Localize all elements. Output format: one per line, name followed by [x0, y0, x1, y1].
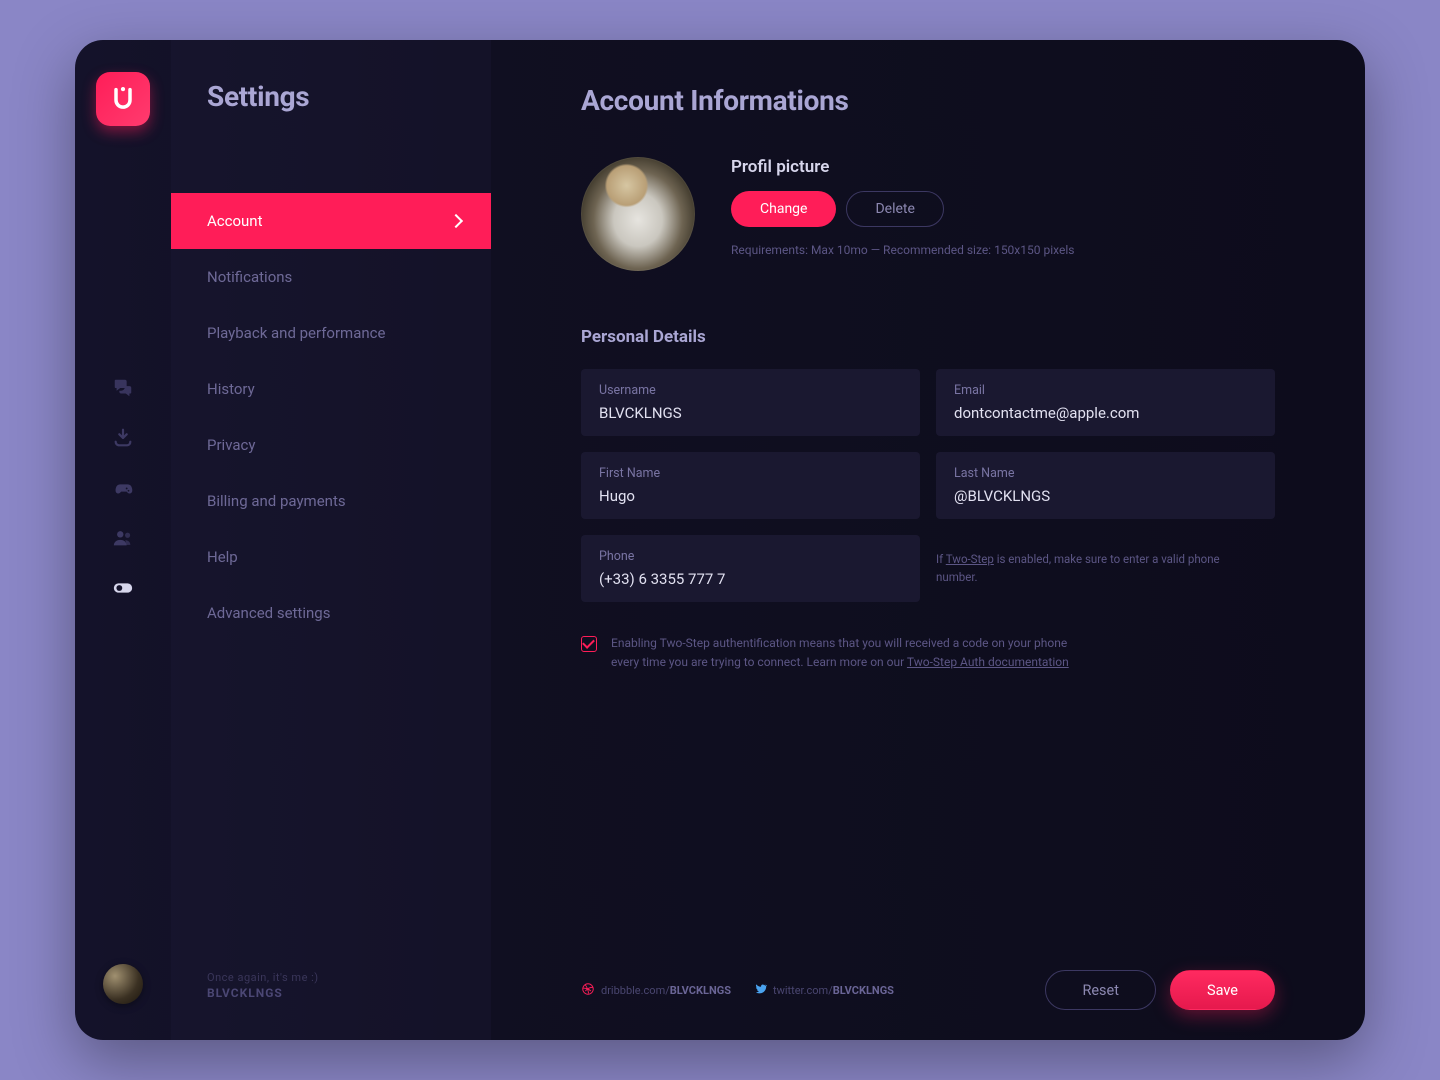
reset-button[interactable]: Reset	[1045, 970, 1156, 1010]
profile-picture-section: Profil picture Change Delete Requirement…	[581, 157, 1275, 271]
profile-heading: Profil picture	[731, 157, 1074, 177]
phone-row: Phone (+33) 6 3355 777 7 If Two-Step is …	[581, 535, 1275, 602]
main-content: Account Informations Profil picture Chan…	[491, 40, 1365, 1040]
sidebar-item-playback[interactable]: Playback and performance	[171, 305, 491, 361]
profile-buttons: Change Delete	[731, 191, 1074, 227]
phone-field[interactable]: Phone (+33) 6 3355 777 7	[581, 535, 920, 602]
sidebar-item-label: Playback and performance	[207, 324, 385, 342]
field-label: First Name	[599, 466, 902, 481]
picture-requirements: Requirements: Max 10mo — Recommended siz…	[731, 243, 1074, 257]
sidebar-item-label: Privacy	[207, 436, 255, 454]
footer-buttons: Reset Save	[1045, 970, 1275, 1010]
sidebar-footer-credit: Once again, it's me :) BLVCKLNGS	[207, 971, 319, 1000]
details-grid-2: First Name Hugo Last Name @BLVCKLNGS	[581, 452, 1275, 519]
sidebar-item-history[interactable]: History	[171, 361, 491, 417]
field-value: @BLVCKLNGS	[954, 487, 1257, 505]
sidebar-item-billing[interactable]: Billing and payments	[171, 473, 491, 529]
two-step-doc-link[interactable]: Two-Step Auth documentation	[907, 655, 1069, 669]
change-picture-button[interactable]: Change	[731, 191, 836, 227]
field-value: BLVCKLNGS	[599, 404, 902, 422]
credit-tagline: Once again, it's me :)	[207, 971, 319, 984]
field-value: (+33) 6 3355 777 7	[599, 570, 902, 588]
save-button[interactable]: Save	[1170, 970, 1275, 1010]
phone-hint: If Two-Step is enabled, make sure to ent…	[936, 551, 1275, 586]
social-links: dribbble.com/BLVCKLNGS twitter.com/BLVCK…	[581, 982, 894, 999]
sidebar-item-label: Notifications	[207, 268, 292, 286]
profile-info: Profil picture Change Delete Requirement…	[731, 157, 1074, 257]
sidebar-item-label: Billing and payments	[207, 492, 346, 510]
personal-details-heading: Personal Details	[581, 327, 1275, 347]
page-title: Account Informations	[581, 84, 1275, 117]
credit-name: BLVCKLNGS	[207, 986, 319, 1000]
sidebar-item-advanced[interactable]: Advanced settings	[171, 585, 491, 641]
content-footer: dribbble.com/BLVCKLNGS twitter.com/BLVCK…	[581, 940, 1275, 1010]
firstname-field[interactable]: First Name Hugo	[581, 452, 920, 519]
two-step-link[interactable]: Two-Step	[946, 552, 994, 566]
download-icon[interactable]	[111, 426, 135, 450]
sidebar: Settings Account Notifications Playback …	[171, 40, 491, 1040]
sidebar-item-label: Advanced settings	[207, 604, 330, 622]
sidebar-item-label: History	[207, 380, 255, 398]
sidebar-item-label: Account	[207, 212, 263, 230]
dribbble-icon	[581, 982, 595, 999]
app-logo[interactable]	[96, 72, 150, 126]
user-mini-avatar[interactable]	[103, 964, 143, 1004]
sidebar-item-privacy[interactable]: Privacy	[171, 417, 491, 473]
sidebar-item-label: Help	[207, 548, 238, 566]
two-step-text: Enabling Two-Step authentification means…	[611, 634, 1071, 672]
delete-picture-button[interactable]: Delete	[846, 191, 943, 227]
lastname-field[interactable]: Last Name @BLVCKLNGS	[936, 452, 1275, 519]
sidebar-item-help[interactable]: Help	[171, 529, 491, 585]
field-label: Phone	[599, 549, 902, 564]
profile-avatar[interactable]	[581, 157, 695, 271]
two-step-checkbox[interactable]	[581, 636, 597, 652]
details-grid-1: Username BLVCKLNGS Email dontcontactme@a…	[581, 369, 1275, 436]
username-field[interactable]: Username BLVCKLNGS	[581, 369, 920, 436]
field-label: Last Name	[954, 466, 1257, 481]
sidebar-title: Settings	[207, 80, 491, 113]
dribbble-link[interactable]: dribbble.com/BLVCKLNGS	[581, 982, 731, 999]
gamepad-icon[interactable]	[111, 476, 135, 500]
settings-toggle-icon[interactable]	[111, 576, 135, 600]
field-label: Username	[599, 383, 902, 398]
users-icon[interactable]	[111, 526, 135, 550]
field-label: Email	[954, 383, 1257, 398]
field-value: dontcontactme@apple.com	[954, 404, 1257, 422]
sidebar-item-notifications[interactable]: Notifications	[171, 249, 491, 305]
email-field[interactable]: Email dontcontactme@apple.com	[936, 369, 1275, 436]
field-value: Hugo	[599, 487, 902, 505]
app-window: Settings Account Notifications Playback …	[75, 40, 1365, 1040]
rail-icon-list	[111, 376, 135, 600]
icon-rail	[75, 40, 171, 1040]
twitter-link[interactable]: twitter.com/BLVCKLNGS	[753, 982, 894, 999]
two-step-note: Enabling Two-Step authentification means…	[581, 634, 1275, 672]
twitter-icon	[753, 982, 767, 999]
chat-icon[interactable]	[111, 376, 135, 400]
sidebar-item-account[interactable]: Account	[171, 193, 491, 249]
